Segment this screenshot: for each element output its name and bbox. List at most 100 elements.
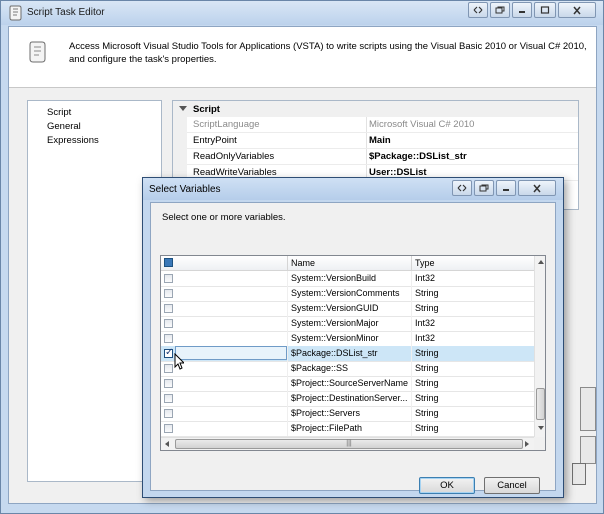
scroll-down-arrow-icon[interactable] bbox=[538, 426, 544, 430]
row-checkbox[interactable] bbox=[164, 319, 173, 328]
nav-item-script[interactable]: Script bbox=[47, 107, 71, 118]
variable-type: Int32 bbox=[415, 273, 436, 283]
dialog-minimize-button[interactable] bbox=[496, 180, 516, 196]
script-scroll-icon bbox=[29, 41, 46, 63]
variable-row[interactable]: $Project::DestinationServer... String bbox=[161, 391, 534, 407]
help-context-button[interactable] bbox=[468, 2, 488, 18]
variable-row[interactable]: $Project::FilePath String bbox=[161, 421, 534, 437]
variables-grid: Name Type System::VersionBuild Int32 Sys… bbox=[160, 255, 546, 451]
variable-name: $Package::SS bbox=[291, 363, 349, 373]
cell-divider bbox=[287, 271, 288, 286]
maximize-button[interactable] bbox=[534, 2, 556, 18]
column-header-type[interactable]: Type bbox=[415, 258, 435, 268]
row-checkbox[interactable] bbox=[164, 409, 173, 418]
cell-divider bbox=[287, 361, 288, 376]
row-checkbox[interactable] bbox=[164, 424, 173, 433]
nav-item-general[interactable]: General bbox=[47, 121, 81, 132]
nav-item-expressions[interactable]: Expressions bbox=[47, 135, 99, 146]
cell-divider bbox=[411, 361, 412, 376]
property-value: $Package::DSList_str bbox=[369, 151, 467, 162]
scrollbar-corner bbox=[534, 437, 545, 450]
partially-hidden-button[interactable] bbox=[580, 436, 596, 464]
column-header-name[interactable]: Name bbox=[291, 258, 315, 268]
variable-name: $Package::DSList_str bbox=[291, 348, 378, 358]
horizontal-scrollbar[interactable]: ||| bbox=[161, 437, 534, 450]
mouse-pointer-icon bbox=[174, 353, 184, 370]
close-button[interactable] bbox=[558, 2, 596, 18]
variable-row[interactable]: $Project::SourceServerName String bbox=[161, 376, 534, 392]
header-divider[interactable] bbox=[287, 256, 288, 270]
row-checkbox[interactable] bbox=[164, 304, 173, 313]
script-scroll-icon bbox=[9, 5, 22, 21]
dialog-client-area: Select one or more variables. Name Type … bbox=[150, 202, 556, 494]
minimize-button[interactable] bbox=[512, 2, 532, 18]
property-row-readonlyvariables[interactable]: ReadOnlyVariables $Package::DSList_str bbox=[187, 149, 578, 165]
cell-divider bbox=[411, 286, 412, 301]
scroll-left-arrow-icon[interactable] bbox=[165, 441, 169, 447]
partially-hidden-button[interactable] bbox=[572, 463, 586, 485]
row-checkbox[interactable] bbox=[164, 274, 173, 283]
dialog-title-bar[interactable]: Select Variables bbox=[143, 178, 563, 200]
restore-button[interactable] bbox=[490, 2, 510, 18]
property-row-scriptlanguage[interactable]: ScriptLanguage Microsoft Visual C# 2010 bbox=[187, 117, 578, 133]
header-divider[interactable] bbox=[411, 256, 412, 270]
dialog-help-button[interactable] bbox=[452, 180, 472, 196]
vertical-scroll-thumb[interactable] bbox=[536, 388, 545, 420]
property-row-entrypoint[interactable]: EntryPoint Main bbox=[187, 133, 578, 149]
cell-divider bbox=[287, 346, 288, 361]
variable-row[interactable]: System::VersionComments String bbox=[161, 286, 534, 302]
variable-row[interactable]: System::VersionGUID String bbox=[161, 301, 534, 317]
horizontal-scroll-thumb[interactable]: ||| bbox=[175, 439, 523, 449]
cell-divider bbox=[287, 301, 288, 316]
cell-divider bbox=[411, 421, 412, 436]
grid-header: Name Type bbox=[161, 256, 534, 271]
dialog-close-button[interactable] bbox=[518, 180, 556, 196]
dialog-restore-button[interactable] bbox=[474, 180, 494, 196]
context-help-icon bbox=[457, 184, 467, 192]
variable-type: String bbox=[415, 378, 439, 388]
variable-row[interactable]: System::VersionBuild Int32 bbox=[161, 271, 534, 287]
variable-row[interactable]: $Package::SS String bbox=[161, 361, 534, 377]
row-checkbox[interactable] bbox=[164, 334, 173, 343]
row-checkbox[interactable] bbox=[164, 379, 173, 388]
cell-divider bbox=[411, 271, 412, 286]
scroll-right-arrow-icon[interactable] bbox=[525, 441, 529, 447]
variable-row[interactable]: System::VersionMajor Int32 bbox=[161, 316, 534, 332]
row-checkbox[interactable] bbox=[164, 289, 173, 298]
variable-name: System::VersionGUID bbox=[291, 303, 379, 313]
window-title-bar[interactable]: Script Task Editor bbox=[1, 1, 603, 25]
row-checkbox-checked[interactable] bbox=[164, 347, 173, 358]
select-all-checkbox[interactable] bbox=[164, 258, 173, 267]
cancel-button[interactable]: Cancel bbox=[484, 477, 540, 494]
variable-row-selected[interactable]: $Package::DSList_str String bbox=[161, 346, 534, 362]
variable-name: $Project::Servers bbox=[291, 408, 361, 418]
cell-divider bbox=[287, 331, 288, 346]
cell-divider bbox=[411, 406, 412, 421]
property-name: ScriptLanguage bbox=[193, 119, 260, 130]
row-focus-cell[interactable] bbox=[175, 346, 287, 360]
partially-hidden-button[interactable] bbox=[580, 387, 596, 431]
variable-name: System::VersionMinor bbox=[291, 333, 379, 343]
variable-row[interactable]: $Project::Servers String bbox=[161, 406, 534, 422]
minimize-icon bbox=[519, 11, 525, 13]
variable-name: System::VersionMajor bbox=[291, 318, 379, 328]
row-checkbox[interactable] bbox=[164, 364, 173, 373]
variable-type: String bbox=[415, 363, 439, 373]
cell-divider bbox=[287, 376, 288, 391]
property-category-script[interactable]: Script bbox=[173, 101, 578, 117]
scroll-up-arrow-icon[interactable] bbox=[538, 260, 544, 264]
context-help-icon bbox=[473, 6, 483, 14]
ok-button[interactable]: OK bbox=[419, 477, 475, 494]
vertical-scrollbar[interactable] bbox=[534, 256, 545, 450]
close-icon bbox=[533, 184, 541, 192]
collapse-triangle-icon[interactable] bbox=[179, 106, 187, 111]
dialog-instruction: Select one or more variables. bbox=[162, 212, 286, 223]
variable-row[interactable]: System::VersionMinor Int32 bbox=[161, 331, 534, 347]
variable-name: System::VersionBuild bbox=[291, 273, 377, 283]
property-name: ReadOnlyVariables bbox=[193, 151, 275, 162]
cell-divider bbox=[411, 301, 412, 316]
row-checkbox[interactable] bbox=[164, 394, 173, 403]
variable-type: Int32 bbox=[415, 333, 436, 343]
cell-divider bbox=[411, 391, 412, 406]
minimize-icon bbox=[503, 189, 509, 191]
